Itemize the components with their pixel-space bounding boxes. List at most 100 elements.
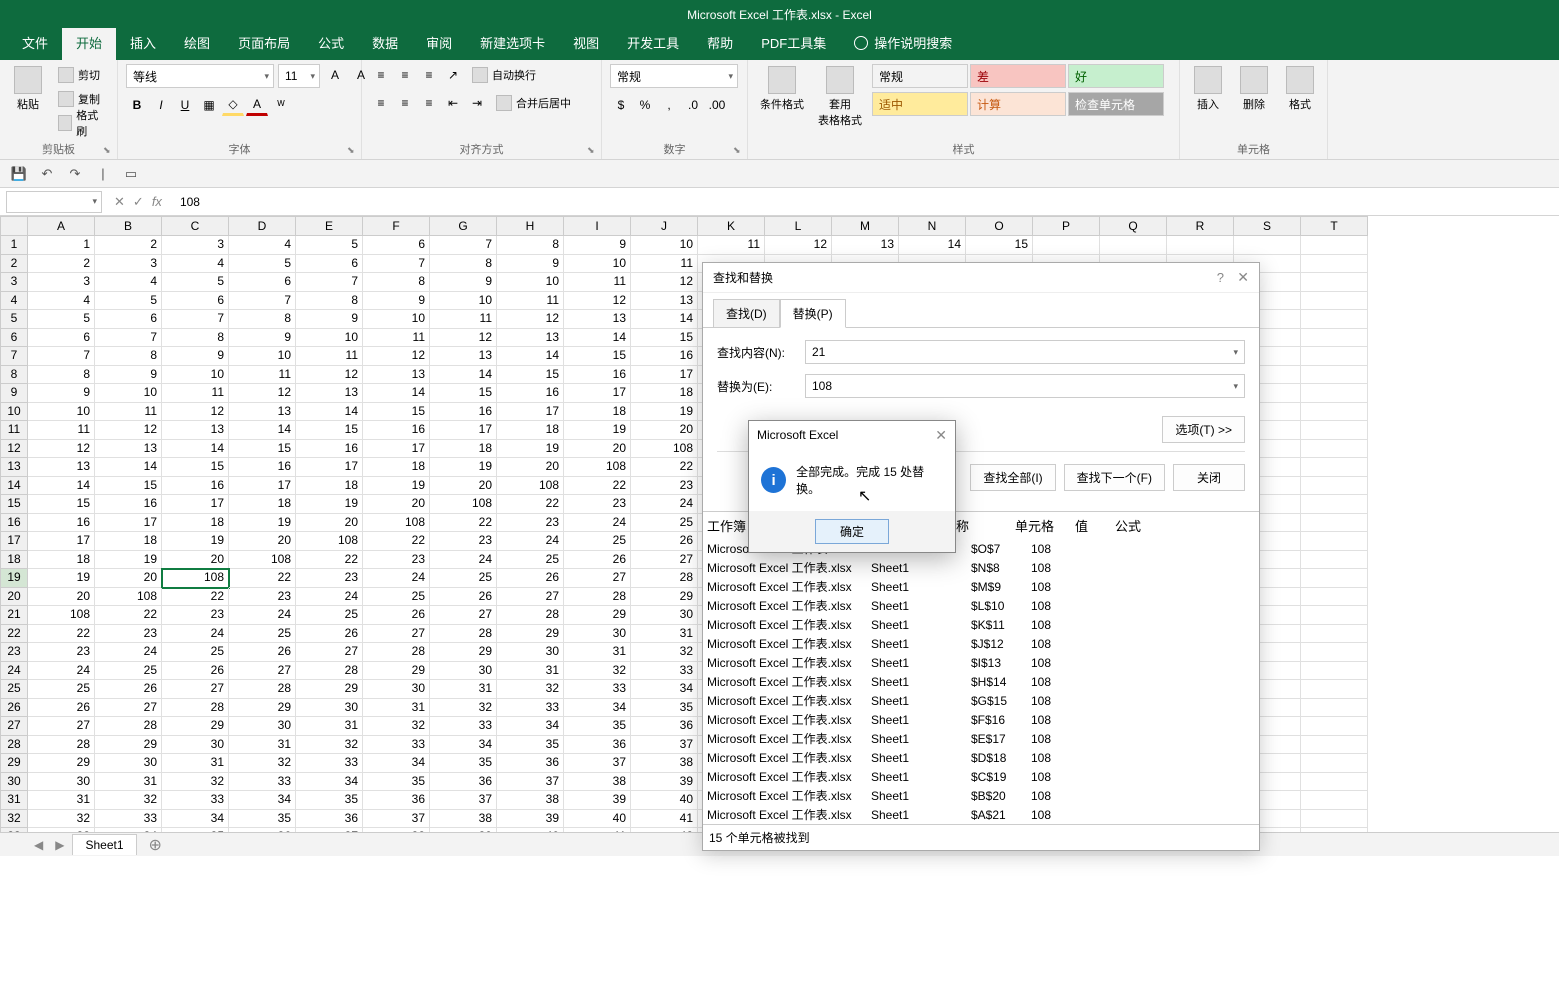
cell[interactable]: 14	[296, 403, 363, 422]
cell[interactable]	[1301, 643, 1368, 662]
cell[interactable]: 6	[95, 310, 162, 329]
cell[interactable]: 17	[95, 514, 162, 533]
cell[interactable]: 11	[631, 255, 698, 274]
orientation-button[interactable]: ↗	[442, 64, 464, 86]
cancel-icon[interactable]: ✕	[114, 194, 125, 210]
cell[interactable]: 17	[162, 495, 229, 514]
cell[interactable]: 18	[296, 477, 363, 496]
cell[interactable]: 13	[363, 366, 430, 385]
cell[interactable]: 7	[430, 236, 497, 255]
cell[interactable]: 13	[95, 440, 162, 459]
delete-cells-button[interactable]: 删除	[1234, 64, 1274, 114]
cell[interactable]	[1167, 236, 1234, 255]
row-head[interactable]: 20	[0, 588, 28, 607]
cell[interactable]: 33	[363, 736, 430, 755]
cell[interactable]: 25	[296, 606, 363, 625]
cell[interactable]	[1100, 236, 1167, 255]
cell[interactable]: 13	[229, 403, 296, 422]
cell[interactable]: 17	[363, 440, 430, 459]
cell[interactable]	[1301, 310, 1368, 329]
cell[interactable]: 13	[430, 347, 497, 366]
inc-decimal-button[interactable]: .0	[682, 94, 704, 116]
msgbox-close-icon[interactable]: ✕	[935, 427, 947, 444]
cell[interactable]: 40	[564, 810, 631, 829]
cell[interactable]: 20	[229, 532, 296, 551]
cell[interactable]: 7	[229, 292, 296, 311]
row-head[interactable]: 25	[0, 680, 28, 699]
cell[interactable]: 31	[430, 680, 497, 699]
cell[interactable]: 33	[95, 810, 162, 829]
cell[interactable]: 8	[497, 236, 564, 255]
cell[interactable]: 30	[564, 625, 631, 644]
cell[interactable]: 6	[363, 236, 430, 255]
cell[interactable]: 24	[162, 625, 229, 644]
cell[interactable]: 11	[363, 329, 430, 348]
cell[interactable]: 29	[430, 643, 497, 662]
cell[interactable]: 29	[363, 662, 430, 681]
cell[interactable]: 108	[631, 440, 698, 459]
cell[interactable]: 30	[430, 662, 497, 681]
select-all-corner[interactable]	[0, 216, 28, 236]
style-good[interactable]: 好	[1068, 64, 1164, 88]
cell[interactable]: 27	[631, 551, 698, 570]
cell[interactable]: 8	[296, 292, 363, 311]
ribbon-tab-帮助[interactable]: 帮助	[693, 25, 747, 60]
cell[interactable]: 14	[363, 384, 430, 403]
cell[interactable]: 29	[631, 588, 698, 607]
sheet-tab-1[interactable]: Sheet1	[72, 834, 136, 855]
cell[interactable]: 19	[430, 458, 497, 477]
cell[interactable]: 9	[162, 347, 229, 366]
result-row[interactable]: Microsoft Excel 工作表.xlsxSheet1$I$13108	[703, 653, 1259, 672]
cell[interactable]: 20	[95, 569, 162, 588]
grow-font-button[interactable]: A	[324, 64, 346, 86]
format-painter-button[interactable]: 格式刷	[54, 112, 109, 134]
cell[interactable]: 18	[631, 384, 698, 403]
cell[interactable]	[1301, 255, 1368, 274]
cell[interactable]: 11	[296, 347, 363, 366]
cell[interactable]: 22	[497, 495, 564, 514]
col-head-J[interactable]: J	[631, 216, 698, 236]
cell[interactable]: 15	[162, 458, 229, 477]
cell[interactable]: 29	[497, 625, 564, 644]
italic-button[interactable]: I	[150, 94, 172, 116]
cell[interactable]: 6	[28, 329, 95, 348]
cell[interactable]: 19	[363, 477, 430, 496]
cell[interactable]: 10	[363, 310, 430, 329]
cell[interactable]: 23	[162, 606, 229, 625]
style-bad[interactable]: 差	[970, 64, 1066, 88]
cell[interactable]: 16	[95, 495, 162, 514]
cell[interactable]: 10	[28, 403, 95, 422]
wrap-text-button[interactable]: 自动换行	[468, 64, 540, 86]
cell[interactable]: 20	[28, 588, 95, 607]
cell[interactable]: 8	[363, 273, 430, 292]
cell[interactable]: 32	[229, 754, 296, 773]
cell[interactable]: 27	[430, 606, 497, 625]
row-head[interactable]: 7	[0, 347, 28, 366]
fx-icon[interactable]: fx	[152, 194, 162, 210]
font-name-combo[interactable]: 等线	[126, 64, 274, 88]
cell[interactable]: 20	[430, 477, 497, 496]
cell[interactable]: 9	[430, 273, 497, 292]
align-bottom-button[interactable]: ≡	[418, 64, 440, 86]
add-sheet-button[interactable]: ⊕	[141, 835, 170, 855]
cell[interactable]: 25	[631, 514, 698, 533]
cell[interactable]: 29	[564, 606, 631, 625]
cell[interactable]: 35	[430, 754, 497, 773]
cell[interactable]: 15	[564, 347, 631, 366]
cell[interactable]	[1033, 236, 1100, 255]
sheet-nav-next[interactable]: ▶	[51, 838, 68, 852]
cell[interactable]: 20	[497, 458, 564, 477]
cell[interactable]: 8	[229, 310, 296, 329]
result-row[interactable]: Microsoft Excel 工作表.xlsxSheet1$D$18108	[703, 748, 1259, 767]
cell[interactable]: 4	[229, 236, 296, 255]
cell[interactable]: 10	[564, 255, 631, 274]
cell[interactable]: 22	[564, 477, 631, 496]
row-head[interactable]: 17	[0, 532, 28, 551]
cell[interactable]: 19	[162, 532, 229, 551]
cell[interactable]: 23	[28, 643, 95, 662]
cell[interactable]: 19	[631, 403, 698, 422]
cell[interactable]: 18	[229, 495, 296, 514]
row-head[interactable]: 4	[0, 292, 28, 311]
cell[interactable]: 34	[229, 791, 296, 810]
cell[interactable]: 26	[564, 551, 631, 570]
